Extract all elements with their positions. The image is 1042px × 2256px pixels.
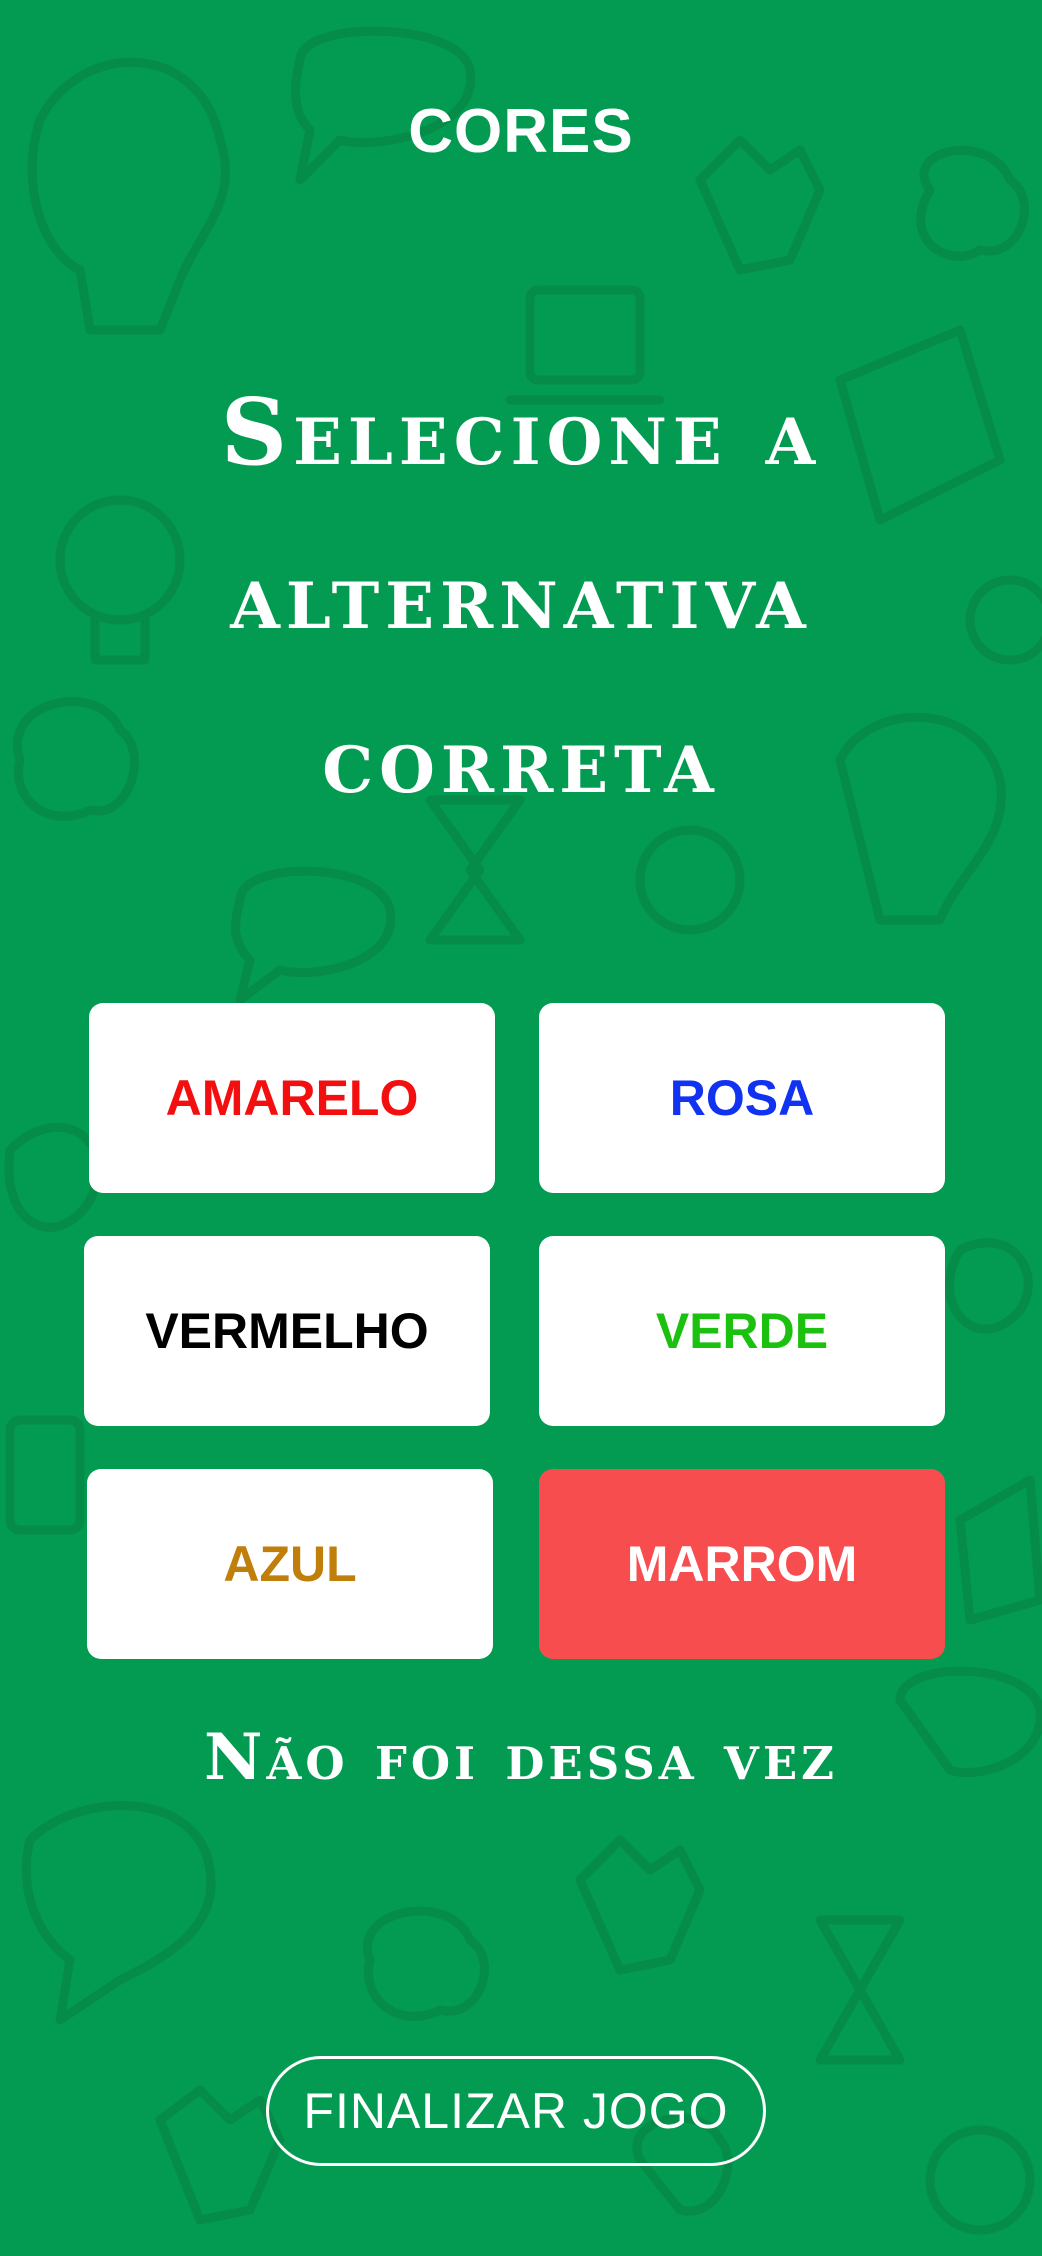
option-rosa-button[interactable]: ROSA — [539, 1003, 945, 1193]
question-prompt: Selecione a alternativa correta — [220, 378, 822, 814]
category-title: CORES — [408, 97, 634, 166]
game-screen: CORES Selecione a alternativa correta AM… — [0, 0, 1042, 2256]
option-verde-button[interactable]: VERDE — [539, 1236, 945, 1426]
option-azul-button[interactable]: AZUL — [87, 1469, 493, 1659]
option-marrom-button[interactable]: MARROM — [539, 1469, 945, 1659]
option-vermelho-button[interactable]: VERMELHO — [84, 1236, 490, 1426]
finish-game-button[interactable]: FINALIZAR JOGO — [266, 2056, 766, 2166]
option-amarelo-button[interactable]: AMARELO — [89, 1003, 495, 1193]
result-feedback: Não foi dessa vez — [204, 1720, 838, 1795]
